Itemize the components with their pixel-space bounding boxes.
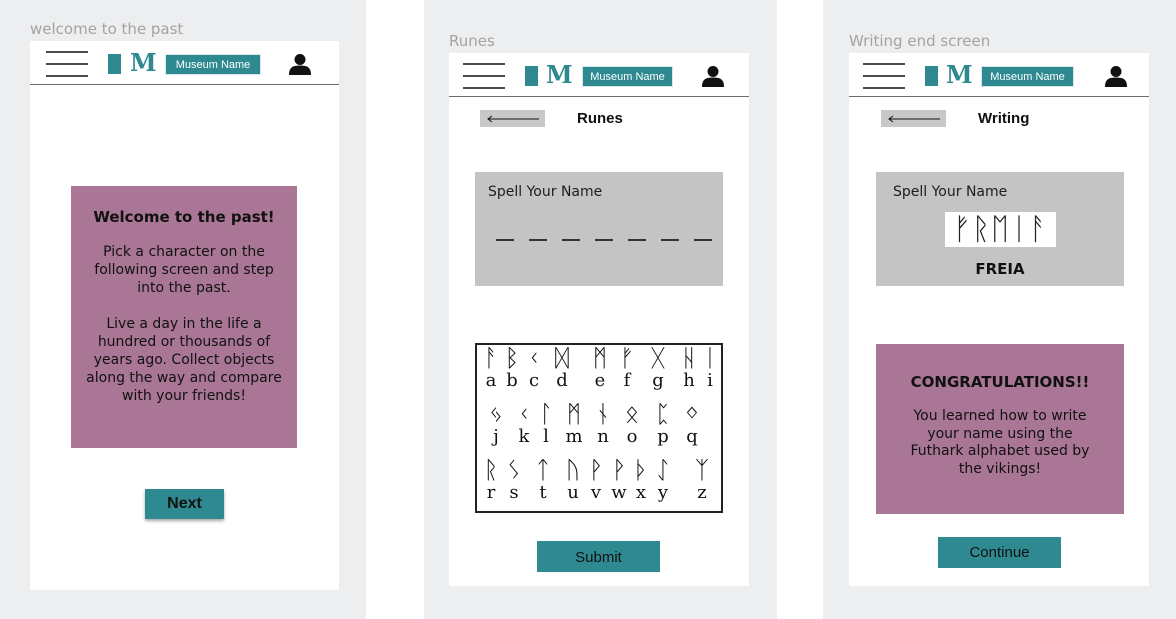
rune-key-n[interactable]: ᚾn [592,401,614,447]
logo-block [525,66,538,86]
rune-key-k[interactable]: ᚲk [513,401,535,447]
rune-key-f[interactable]: ᚠf [616,345,638,391]
rune-key-m[interactable]: ᛗm [563,401,585,447]
name-in-runes: ᚠᚱᛖᛁᚨ [945,212,1056,247]
rune-alphabet-chart: ᚨa ᛒb ᚲc ᛞd ᛗe ᚠf ᚷg ᚺh ᛁi ᛃj ᚲk ᛚl ᛗm ᚾ… [475,343,723,513]
logo-letter: M [546,60,573,89]
welcome-title: Welcome to the past! [93,208,275,226]
spell-name-label: Spell Your Name [488,184,603,200]
rune-key-j[interactable]: ᛃj [485,401,507,447]
congrats-card: CONGRATULATIONS!! You learned how to wri… [876,344,1124,514]
back-arrow-icon [487,115,539,123]
welcome-card: Welcome to the past! Pick a character on… [71,186,297,448]
rune-key-t[interactable]: ᛏt [532,457,554,503]
welcome-screen: M Museum Name Welcome to the past! Pick … [30,41,339,590]
user-icon[interactable] [1104,65,1128,87]
spell-name-box: Spell Your Name ᚠᚱᛖᛁᚨ FREIA [876,172,1124,286]
rune-key-q[interactable]: ᛜq [681,401,703,447]
writing-end-screen: M Museum Name Writing Spell Your Name ᚠᚱ… [849,53,1149,586]
name-in-latin: FREIA [975,260,1025,278]
congrats-body: You learned how to write your name using… [910,408,1090,477]
rune-key-e[interactable]: ᛗe [589,345,611,391]
rune-key-w[interactable]: ᚹw [608,457,630,503]
user-icon[interactable] [701,65,725,87]
user-icon[interactable] [288,53,312,75]
logo-block [925,66,938,86]
next-button[interactable]: Next [145,489,224,519]
museum-name-badge[interactable]: Museum Name [582,66,673,87]
page-title: Writing [978,110,1030,127]
rune-key-a[interactable]: ᚨa [480,345,502,391]
rune-key-l[interactable]: ᛚl [535,401,557,447]
back-button[interactable] [480,110,545,127]
rune-key-p[interactable]: ᛈp [652,401,674,447]
rune-key-y[interactable]: ᛇy [652,457,674,503]
rune-key-u[interactable]: ᚢu [562,457,584,503]
hamburger-icon[interactable] [863,63,905,89]
logo-block [108,54,121,74]
frame-label-welcome: welcome to the past [30,20,184,38]
spell-name-box: Spell Your Name [475,172,723,286]
submit-button[interactable]: Submit [537,541,660,572]
rune-key-s[interactable]: ᛊs [503,457,525,503]
app-header: M Museum Name [849,53,1149,97]
logo-letter: M [946,60,973,89]
hamburger-icon[interactable] [463,63,505,89]
back-arrow-icon [888,115,940,123]
museum-name-badge[interactable]: Museum Name [981,66,1074,87]
rune-key-v[interactable]: ᚹv [585,457,607,503]
welcome-paragraph-2: Live a day in the life a hundred or thou… [86,316,282,404]
hamburger-icon[interactable] [46,51,88,77]
app-header: M Museum Name [449,53,749,97]
welcome-paragraph-1: Pick a character on the following screen… [94,244,274,296]
rune-key-b[interactable]: ᛒb [501,345,523,391]
rune-key-c[interactable]: ᚲc [523,345,545,391]
museum-name-badge[interactable]: Museum Name [165,54,261,75]
continue-button[interactable]: Continue [938,537,1061,568]
rune-key-g[interactable]: ᚷg [647,345,669,391]
logo-letter: M [130,48,157,77]
runes-screen: M Museum Name Runes Spell Your Name ᚨa ᛒ… [449,53,749,586]
rune-key-d[interactable]: ᛞd [551,345,573,391]
rune-key-o[interactable]: ᛟo [621,401,643,447]
frame-label-writing-end: Writing end screen [849,32,991,50]
rune-key-r[interactable]: ᚱr [480,457,502,503]
rune-key-i[interactable]: ᛁi [699,345,721,391]
back-button[interactable] [881,110,946,127]
rune-key-x[interactable]: ᚦx [630,457,652,503]
congrats-title: CONGRATULATIONS!! [910,373,1090,391]
rune-key-z[interactable]: ᛉz [691,457,713,503]
page-title: Runes [577,110,623,127]
rune-key-h[interactable]: ᚺh [678,345,700,391]
spell-name-label: Spell Your Name [893,184,1008,200]
app-header: M Museum Name [30,41,339,85]
frame-label-runes: Runes [449,32,495,50]
